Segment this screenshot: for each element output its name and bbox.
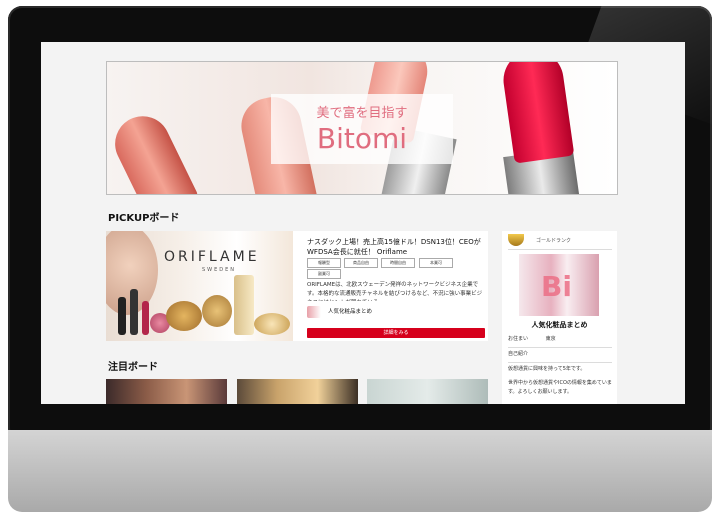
details-button[interactable]: 詳細をみる <box>307 328 485 338</box>
divider <box>508 362 612 363</box>
residence-label: お住まい <box>508 336 529 342</box>
pickup-card[interactable]: ORIFLAME SWEDEN ナスダック上場！売上高15億ドル！DSN13位！… <box>106 231 488 341</box>
intro-label: 自己紹介 <box>508 351 529 357</box>
profile-image[interactable]: Bi <box>519 254 599 316</box>
trophy-icon <box>508 234 524 246</box>
tag: 商品自由 <box>344 258 378 268</box>
intro-text-2: 世界中から仮想通貨やICOの情報を集めています。よろしくお願いします。 <box>508 380 612 395</box>
featured-section-title: 注目ボード <box>108 362 158 373</box>
browser-screen: 美で富を目指す Bitomi PICKUPボード ORIFLAME SWEDEN… <box>41 42 685 404</box>
pickup-section-title: PICKUPボード <box>108 213 180 224</box>
tag: 時間自由 <box>381 258 415 268</box>
residence-row: お住まい 東京 <box>508 335 614 344</box>
pickup-title[interactable]: ナスダック上場！売上高15億ドル！DSN13位！CEOがWFDSA会長に就任！ … <box>307 237 483 257</box>
tag: 報酬型 <box>307 258 341 268</box>
profile-card: ゴールドランク Bi 人気化粧品まとめ お住まい 東京 自己紹介 仮想通貨に興味… <box>502 231 617 404</box>
hero-banner[interactable]: 美で富を目指す Bitomi <box>106 61 618 195</box>
product-image <box>142 301 149 335</box>
brand-logo: ORIFLAME <box>164 249 260 265</box>
intro-text-1: 仮想通貨に興味を持って5年です。 <box>508 366 586 372</box>
divider <box>508 249 612 250</box>
author-avatar[interactable] <box>307 306 321 318</box>
divider <box>508 347 612 348</box>
residence-value: 東京 <box>545 336 556 342</box>
brand-sub: SWEDEN <box>202 267 237 273</box>
featured-board-thumbnail[interactable] <box>237 379 358 404</box>
product-image <box>254 313 290 335</box>
product-image <box>234 275 254 335</box>
author-name[interactable]: 人気化粧品まとめ <box>328 307 372 315</box>
featured-board-thumbnail[interactable] <box>106 379 227 404</box>
site-logo[interactable]: Bitomi <box>271 123 453 155</box>
product-image <box>118 297 126 335</box>
hero-logo-box: 美で富を目指す Bitomi <box>271 94 453 164</box>
pickup-description: ORIFLAMEは、北欧スウェーデン発祥のネットワークビジネス企業です。本格的な… <box>307 282 483 301</box>
lipstick-image <box>499 62 575 164</box>
profile-logo: Bi <box>541 270 572 303</box>
tag: 本業可 <box>419 258 453 268</box>
rank-label: ゴールドランク <box>536 238 572 244</box>
featured-board-thumbnail[interactable] <box>367 379 488 404</box>
product-image <box>130 289 138 335</box>
product-image <box>202 295 232 327</box>
lipstick-image <box>107 107 200 194</box>
profile-name[interactable]: 人気化粧品まとめ <box>502 320 617 330</box>
tag: 副業可 <box>307 269 341 279</box>
pickup-image[interactable]: ORIFLAME SWEDEN <box>106 231 293 341</box>
monitor-stand <box>8 430 712 512</box>
hero-subtitle: 美で富を目指す <box>316 106 408 121</box>
product-image <box>166 301 202 331</box>
